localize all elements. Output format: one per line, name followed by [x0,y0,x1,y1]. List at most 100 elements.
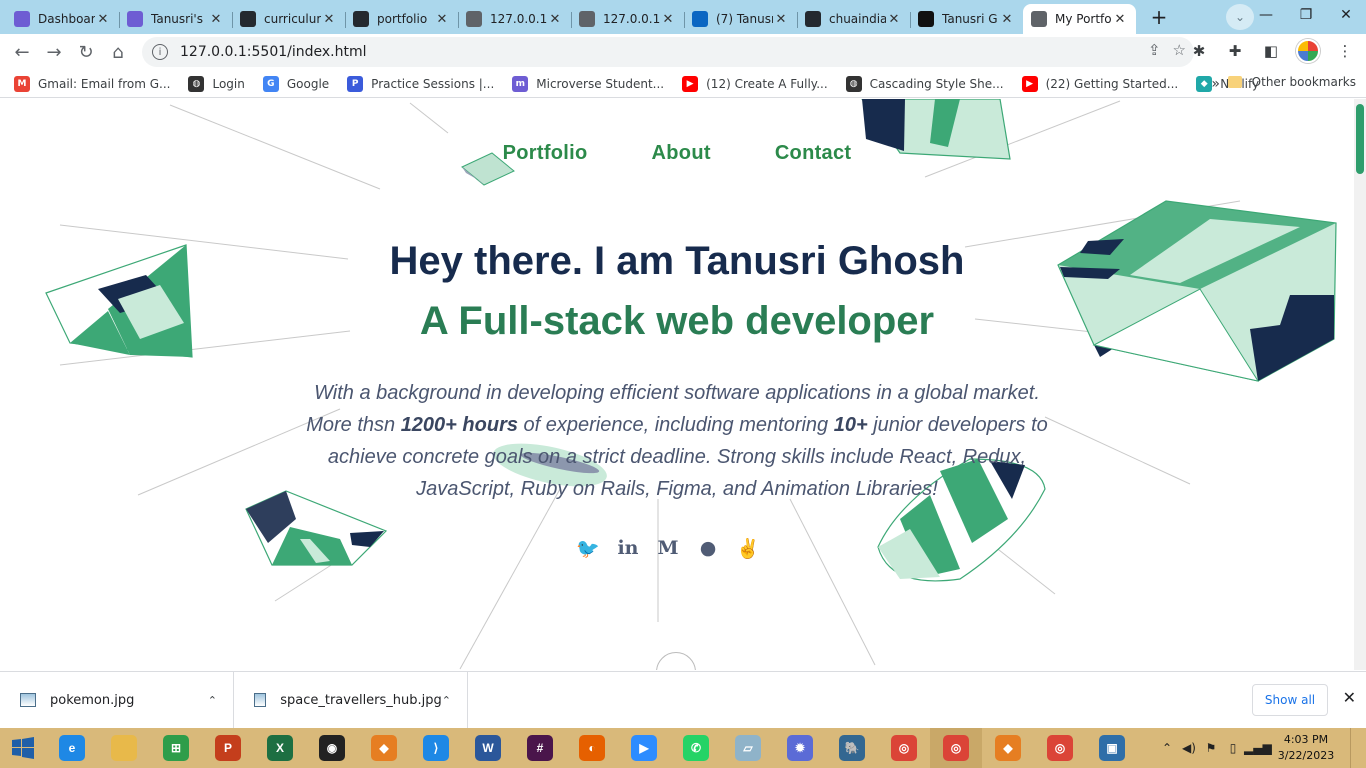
taskbar-app[interactable]: ⟩ [410,728,462,768]
bookmark-item[interactable]: ▶ (12) Create A Fully... [682,75,828,92]
taskbar-app[interactable]: ▶ [618,728,670,768]
back-button[interactable]: ← [6,36,38,68]
home-button[interactable]: ⌂ [102,36,134,68]
postgres-icon: 🐘 [839,735,865,761]
info-icon[interactable]: i [152,44,168,60]
bookmark-item[interactable]: ◍ Cascading Style She... [845,75,1004,92]
browser-tab[interactable]: Dashboard✕ [6,4,119,34]
nav-link-portfolio[interactable]: Portfolio [503,142,588,165]
close-icon[interactable]: ✕ [886,12,902,27]
taskbar-app[interactable]: ✆ [670,728,722,768]
close-icon[interactable]: ✕ [321,12,337,27]
angellist-icon[interactable]: ✌ [736,536,760,560]
scrollbar-thumb[interactable] [1356,104,1364,174]
reload-button[interactable]: ↻ [70,36,102,68]
bookmark-item[interactable]: G Google [262,75,329,92]
taskbar-app[interactable]: ▣ [1086,728,1138,768]
network-icon[interactable]: ▂▄▆ [1244,741,1272,755]
browser-tab[interactable]: portfolio ✕ [345,4,458,34]
taskbar-app[interactable]: ◉ [306,728,358,768]
close-icon[interactable]: ✕ [773,12,789,27]
show-desktop-button[interactable] [1350,728,1356,768]
side-panel-icon[interactable]: ◧ [1260,36,1282,66]
bookmarks-overflow-button[interactable]: » [1211,76,1220,92]
linkedin-icon[interactable]: in [617,536,639,560]
taskbar-app[interactable]: ◎ [1034,728,1086,768]
other-bookmarks-folder[interactable]: Other bookmarks [1227,75,1356,89]
taskbar-app[interactable] [98,728,150,768]
download-item[interactable]: space_travellers_hub.jpg ⌃ [234,671,468,729]
bookmark-item[interactable]: m Microverse Student... [512,75,664,92]
address-bar[interactable]: i 127.0.0.1:5501/index.html ⇪ ☆ [142,37,1194,67]
taskbar-app[interactable]: ◆ [358,728,410,768]
bookmark-item[interactable]: ▶ (22) Getting Started... [1021,75,1178,92]
browser-tab[interactable]: My Portfolio✕ [1023,4,1136,34]
bookmark-item[interactable]: P Practice Sessions |... [347,75,494,92]
taskbar-app[interactable]: ◐ [566,728,618,768]
new-tab-button[interactable]: + [1146,4,1172,30]
profile-avatar[interactable] [1296,39,1320,63]
bookmark-star-icon[interactable]: ☆ [1173,41,1186,59]
taskbar-clock[interactable]: 4:03 PM 3/22/2023 [1266,732,1346,764]
volume-icon[interactable]: ◀) [1178,741,1200,755]
browser-tab[interactable]: curriculum✕ [232,4,345,34]
medium-icon[interactable]: M [657,536,679,560]
bookmark-item[interactable]: ◍ Login [188,75,245,92]
taskbar-app[interactable]: ◆ [982,728,1034,768]
taskbar-app[interactable]: X [254,728,306,768]
close-icon[interactable]: ✕ [547,12,563,27]
taskbar-app[interactable]: 🐘 [826,728,878,768]
file-explorer-icon [111,735,137,761]
chrome-profile-icon: ◎ [943,735,969,761]
chrome-icon: ◎ [891,735,917,761]
whatsapp-icon: ✆ [683,735,709,761]
browser-tab[interactable]: 127.0.0.1 ✕ [458,4,571,34]
restore-button[interactable]: ❐ [1286,0,1326,30]
chrome-2-icon: ◎ [1047,735,1073,761]
extensions-puzzle-icon[interactable]: ✚ [1224,36,1246,66]
nav-link-contact[interactable]: Contact [775,142,852,165]
forward-button[interactable]: → [38,36,70,68]
taskbar-app[interactable]: ✹ [774,728,826,768]
tray-overflow-icon[interactable]: ⌃ [1156,741,1178,755]
close-window-button[interactable]: ✕ [1326,0,1366,30]
taskbar-app[interactable]: ▱ [722,728,774,768]
show-all-downloads-button[interactable]: Show all [1252,684,1328,716]
taskbar-app[interactable]: # [514,728,566,768]
browser-tab[interactable]: chuaindia ✕ [797,4,910,34]
twitter-icon[interactable]: 🐦 [576,536,600,560]
bookmark-item[interactable]: M Gmail: Email from G... [14,75,170,92]
taskbar-app[interactable]: ◎ [878,728,930,768]
nav-link-about[interactable]: About [652,142,711,165]
chevron-up-icon[interactable]: ⌃ [208,694,217,707]
close-icon[interactable]: ✕ [434,12,450,27]
download-item[interactable]: pokemon.jpg ⌃ [0,671,234,729]
bug-extension-icon[interactable]: ✱ [1188,36,1210,66]
browser-tab[interactable]: 127.0.0.1 ✕ [571,4,684,34]
browser-tab[interactable]: Tanusri's ✕ [119,4,232,34]
start-button[interactable] [0,728,46,768]
close-icon[interactable]: ✕ [208,12,224,27]
taskbar-app[interactable]: e [46,728,98,768]
taskbar-app[interactable]: ◎ [930,728,982,768]
netlify-icon: ◆ [1196,75,1213,92]
browser-tab[interactable]: Tanusri G ✕ [910,4,1023,34]
action-flag-icon[interactable]: ⚑ [1200,741,1222,755]
close-icon[interactable]: ✕ [1112,12,1128,27]
taskbar-app[interactable]: W [462,728,514,768]
taskbar-app[interactable]: P [202,728,254,768]
page-scrollbar[interactable] [1354,99,1366,670]
browser-tab[interactable]: (7) Tanusri ✕ [684,4,797,34]
github-icon[interactable]: ● [697,536,719,560]
minimize-button[interactable]: — [1246,0,1286,30]
close-icon[interactable]: ✕ [660,12,676,27]
taskbar-app[interactable]: ⊞ [150,728,202,768]
chevron-up-icon[interactable]: ⌃ [442,694,451,707]
battery-icon[interactable]: ▯ [1222,741,1244,755]
close-icon[interactable]: ✕ [95,12,111,27]
close-icon[interactable]: ✕ [999,12,1015,27]
close-download-bar-icon[interactable]: ✕ [1343,688,1356,707]
menu-kebab-icon[interactable]: ⋮ [1334,36,1356,66]
share-icon[interactable]: ⇪ [1148,41,1161,59]
tab-title: Tanusri G [942,12,998,26]
